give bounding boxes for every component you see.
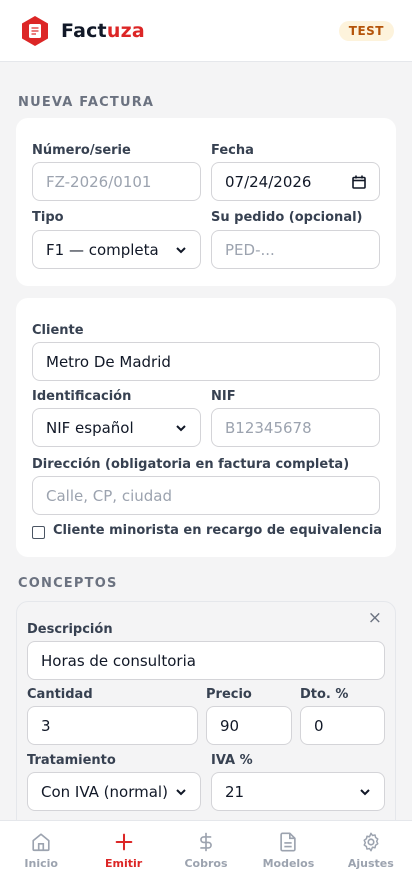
bottom-tab-bar: Inicio Emitir Cobros Modelos Ajustes xyxy=(0,820,412,880)
vat-value: 21 xyxy=(225,782,245,801)
tab-ajustes[interactable]: Ajustes xyxy=(330,821,412,880)
chevron-down-icon xyxy=(176,246,186,253)
quantity-label: Cantidad xyxy=(27,687,93,702)
tab-cobros[interactable]: Cobros xyxy=(165,821,247,880)
retail-surcharge-label[interactable]: Cliente minorista en recargo de equivale… xyxy=(53,523,382,538)
tab-emitir[interactable]: Emitir xyxy=(82,821,164,880)
description-label: Descripción xyxy=(27,622,113,637)
client-value: Metro De Madrid xyxy=(46,352,171,371)
vat-label: IVA % xyxy=(211,753,253,768)
number-label: Número/serie xyxy=(32,143,131,158)
date-field[interactable]: 07/24/2026 xyxy=(211,162,380,201)
chevron-down-icon xyxy=(360,788,370,795)
section-title-concepts: CONCEPTOS xyxy=(18,576,118,591)
type-select[interactable]: F1 — completa xyxy=(32,230,201,269)
gear-icon xyxy=(363,832,379,852)
order-field[interactable]: PED-... xyxy=(211,230,380,269)
id-type-value: NIF español xyxy=(46,418,134,437)
number-field[interactable]: FZ-2026/0101 xyxy=(32,162,201,201)
app-header: Factuza TEST xyxy=(0,0,412,62)
type-label: Tipo xyxy=(32,210,64,225)
client-field[interactable]: Metro De Madrid xyxy=(32,342,380,381)
price-value: 90 xyxy=(220,716,240,735)
tab-label: Emitir xyxy=(105,857,143,870)
tab-label: Modelos xyxy=(262,857,315,870)
concept-card: × Descripción Horas de consultoria Canti… xyxy=(16,601,396,820)
tab-inicio[interactable]: Inicio xyxy=(0,821,82,880)
id-type-select[interactable]: NIF español xyxy=(32,408,201,447)
vat-select[interactable]: 21 xyxy=(211,772,385,811)
discount-label: Dto. % xyxy=(300,687,349,702)
order-label: Su pedido (opcional) xyxy=(211,210,363,225)
treatment-label: Tratamiento xyxy=(27,753,116,768)
nif-placeholder: B12345678 xyxy=(225,418,312,437)
discount-field[interactable]: 0 xyxy=(300,706,385,745)
main-content[interactable]: NUEVA FACTURA Número/serie FZ-2026/0101 … xyxy=(0,63,412,820)
nif-field[interactable]: B12345678 xyxy=(211,408,380,447)
order-placeholder: PED-... xyxy=(225,240,275,259)
chevron-down-icon xyxy=(176,424,186,431)
invoice-card: Número/serie FZ-2026/0101 Fecha 07/24/20… xyxy=(16,118,396,286)
price-field[interactable]: 90 xyxy=(206,706,292,745)
calendar-icon[interactable] xyxy=(352,175,366,189)
treatment-value: Con IVA (normal) xyxy=(41,782,168,801)
id-type-label: Identificación xyxy=(32,389,132,404)
type-value: F1 — completa xyxy=(46,240,159,259)
address-label: Dirección (obligatoria en factura comple… xyxy=(32,457,350,472)
tab-label: Ajustes xyxy=(347,857,394,870)
remove-concept-button[interactable]: × xyxy=(368,608,382,628)
retail-surcharge-checkbox[interactable] xyxy=(32,526,45,539)
nif-label: NIF xyxy=(211,389,236,404)
client-card: Cliente Metro De Madrid Identificación N… xyxy=(16,298,396,557)
address-field[interactable]: Calle, CP, ciudad xyxy=(32,476,380,515)
dollar-icon xyxy=(200,832,212,852)
description-value: Horas de consultoria xyxy=(41,651,196,670)
client-label: Cliente xyxy=(32,323,84,338)
description-field[interactable]: Horas de consultoria xyxy=(27,641,385,680)
price-label: Precio xyxy=(206,687,252,702)
brand-name: Factuza xyxy=(61,20,145,42)
discount-value: 0 xyxy=(314,716,324,735)
brand-name-part1: Fact xyxy=(61,19,107,42)
quantity-value: 3 xyxy=(41,716,51,735)
home-icon xyxy=(32,833,50,852)
address-placeholder: Calle, CP, ciudad xyxy=(46,486,172,505)
tab-label: Cobros xyxy=(184,857,228,870)
section-title-invoice: NUEVA FACTURA xyxy=(18,95,155,110)
environment-badge: TEST xyxy=(338,20,394,41)
quantity-field[interactable]: 3 xyxy=(27,706,198,745)
tab-modelos[interactable]: Modelos xyxy=(247,821,329,880)
tab-label: Inicio xyxy=(24,857,58,870)
brand-name-part2: uza xyxy=(106,19,145,42)
number-placeholder: FZ-2026/0101 xyxy=(46,172,152,191)
treatment-select[interactable]: Con IVA (normal) xyxy=(27,772,201,811)
date-value: 07/24/2026 xyxy=(225,172,312,191)
plus-icon xyxy=(115,833,132,851)
app-logo-icon xyxy=(18,14,52,48)
date-label: Fecha xyxy=(211,143,254,158)
document-icon xyxy=(280,832,297,852)
chevron-down-icon xyxy=(176,788,186,795)
